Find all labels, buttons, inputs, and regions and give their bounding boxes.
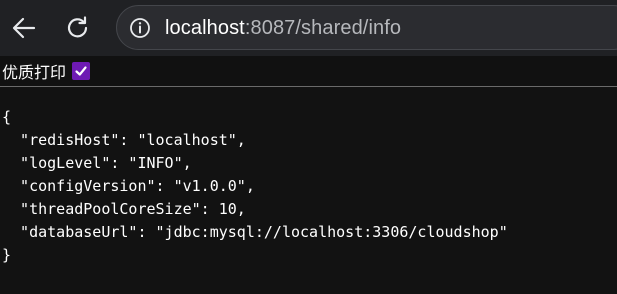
site-info-button[interactable] bbox=[129, 17, 151, 39]
json-line-database-url: "databaseUrl": "jdbc:mysql://localhost:3… bbox=[2, 223, 508, 241]
json-line-open-brace: { bbox=[2, 108, 12, 126]
info-icon bbox=[130, 18, 150, 38]
url-host: localhost bbox=[165, 17, 245, 39]
json-viewer-toolbar: 优质打印 bbox=[0, 56, 617, 86]
json-line-thread-pool-core-size: "threadPoolCoreSize": 10, bbox=[2, 200, 246, 218]
reload-icon bbox=[67, 16, 88, 38]
url-path: :8087/shared/info bbox=[244, 17, 402, 39]
reload-button[interactable] bbox=[58, 8, 98, 48]
browser-toolbar: localhost:8087/shared/info bbox=[0, 0, 617, 56]
json-line-log-level: "logLevel": "INFO", bbox=[2, 154, 192, 172]
back-button[interactable] bbox=[4, 8, 44, 48]
checkmark-icon bbox=[75, 66, 87, 76]
json-content: { "redisHost": "localhost", "logLevel": … bbox=[0, 87, 617, 294]
json-line-config-version: "configVersion": "v1.0.0", bbox=[2, 177, 255, 195]
address-bar[interactable]: localhost:8087/shared/info bbox=[116, 5, 617, 50]
json-line-redis-host: "redisHost": "localhost", bbox=[2, 131, 246, 149]
pretty-print-checkbox[interactable] bbox=[72, 62, 91, 80]
url-text[interactable]: localhost:8087/shared/info bbox=[165, 17, 401, 40]
back-arrow-icon bbox=[12, 17, 36, 39]
json-line-close-brace: } bbox=[2, 246, 12, 264]
pretty-print-label: 优质打印 bbox=[2, 63, 67, 82]
